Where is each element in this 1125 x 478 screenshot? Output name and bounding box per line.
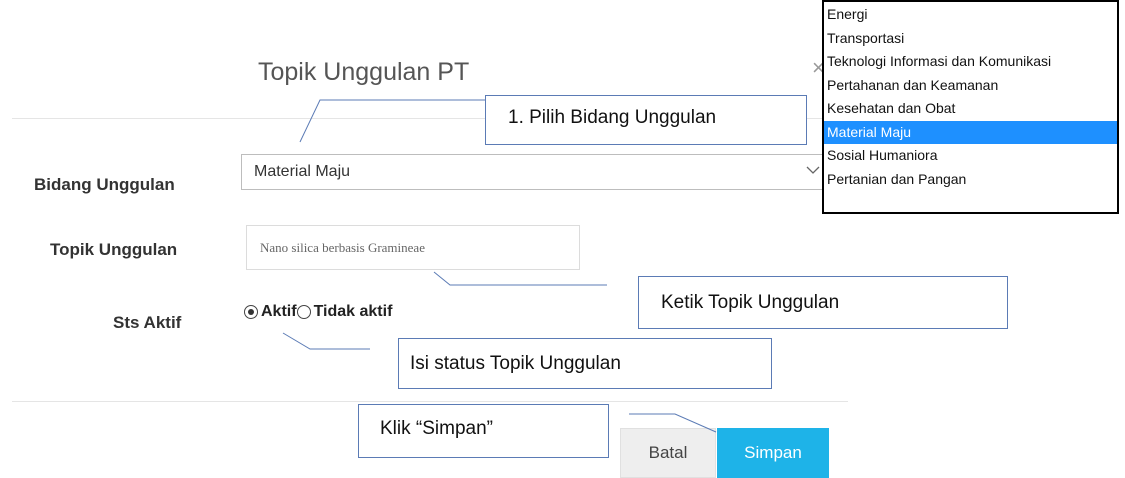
status-radio-group: Aktif Tidak aktif	[244, 303, 392, 321]
dropdown-option[interactable]: Teknologi Informasi dan Komunikasi	[824, 50, 1117, 74]
bidang-unggulan-select[interactable]: Material Maju	[241, 154, 835, 190]
callout-ketik-topik: Ketik Topik Unggulan	[638, 276, 1008, 329]
topik-input-value: Nano silica berbasis Gramineae	[260, 240, 425, 255]
modal-title: Topik Unggulan PT	[258, 58, 470, 86]
callout-pilih-bidang: 1. Pilih Bidang Unggulan	[485, 95, 807, 145]
dropdown-option[interactable]: Pertanian dan Pangan	[824, 168, 1117, 192]
topik-unggulan-input[interactable]: Nano silica berbasis Gramineae	[246, 225, 580, 270]
radio-tidak-aktif-label[interactable]: Tidak aktif	[314, 303, 393, 321]
bidang-dropdown-list: Energi Transportasi Teknologi Informasi …	[822, 0, 1119, 214]
bidang-unggulan-label: Bidang Unggulan	[34, 175, 175, 194]
dropdown-option[interactable]: Energi	[824, 3, 1117, 27]
footer-divider	[12, 401, 848, 402]
dropdown-option-selected[interactable]: Material Maju	[824, 120, 1117, 144]
select-value: Material Maju	[254, 163, 351, 180]
radio-aktif-label[interactable]: Aktif	[261, 303, 297, 321]
dropdown-option[interactable]: Pertahanan dan Keamanan	[824, 74, 1117, 98]
dropdown-option[interactable]: Sosial Humaniora	[824, 144, 1117, 168]
batal-button[interactable]: Batal	[620, 428, 716, 478]
topik-unggulan-label: Topik Unggulan	[50, 240, 178, 259]
callout-isi-status: Isi status Topik Unggulan	[398, 338, 772, 389]
simpan-button[interactable]: Simpan	[717, 428, 829, 478]
radio-aktif-icon[interactable]	[244, 305, 258, 319]
sts-aktif-label: Sts Aktif	[113, 313, 182, 332]
chevron-down-icon	[806, 166, 820, 174]
callout-klik-simpan: Klik “Simpan”	[358, 404, 609, 458]
dropdown-option[interactable]: Transportasi	[824, 27, 1117, 51]
radio-tidak-aktif-icon[interactable]	[296, 305, 311, 319]
dropdown-option[interactable]: Kesehatan dan Obat	[824, 97, 1117, 121]
